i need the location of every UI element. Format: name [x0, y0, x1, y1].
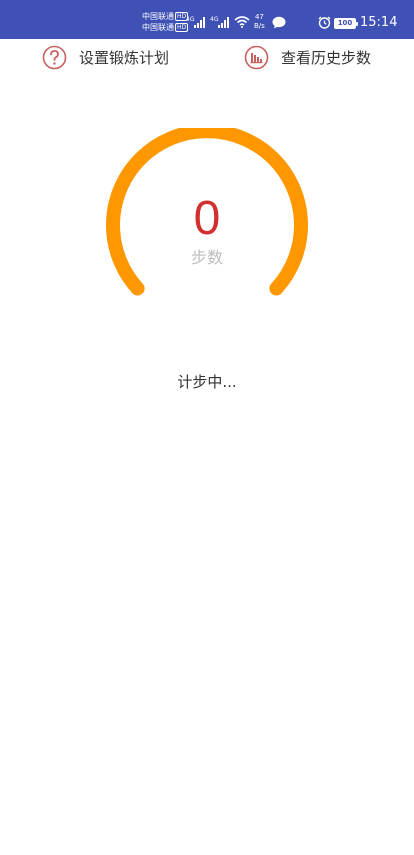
history-steps-label: 查看历史步数: [281, 48, 372, 67]
history-steps-button[interactable]: 查看历史步数: [244, 43, 371, 71]
step-unit-label: 步数: [190, 248, 223, 267]
bar-chart-icon: [244, 45, 269, 69]
question-circle-icon: [42, 45, 67, 69]
alarm-icon: [318, 16, 331, 29]
chat-icon: [272, 16, 286, 29]
counting-status: 计步中...: [177, 373, 237, 391]
carrier-1: 中国联通: [142, 12, 174, 21]
battery-icon: 100: [334, 18, 358, 29]
signal-icon: 4G 4G: [186, 16, 229, 28]
svg-text:4G: 4G: [186, 16, 195, 23]
status-bar: 中国联通 HD 中国联通 HD 4G 4G 47 B/s 100 15:14: [0, 0, 414, 39]
status-time: 15:14: [360, 15, 398, 30]
set-plan-button[interactable]: 设置锻炼计划: [42, 43, 169, 71]
step-count: 0: [193, 192, 221, 245]
carrier-2: 中国联通: [142, 23, 174, 32]
net-speed: 47 B/s: [254, 13, 265, 30]
wifi-icon: [234, 16, 250, 28]
carrier-info: 中国联通 HD 中国联通 HD: [142, 11, 189, 33]
svg-text:4G: 4G: [210, 16, 219, 23]
toolbar: 设置锻炼计划 查看历史步数: [0, 39, 414, 75]
set-plan-label: 设置锻炼计划: [79, 48, 170, 67]
